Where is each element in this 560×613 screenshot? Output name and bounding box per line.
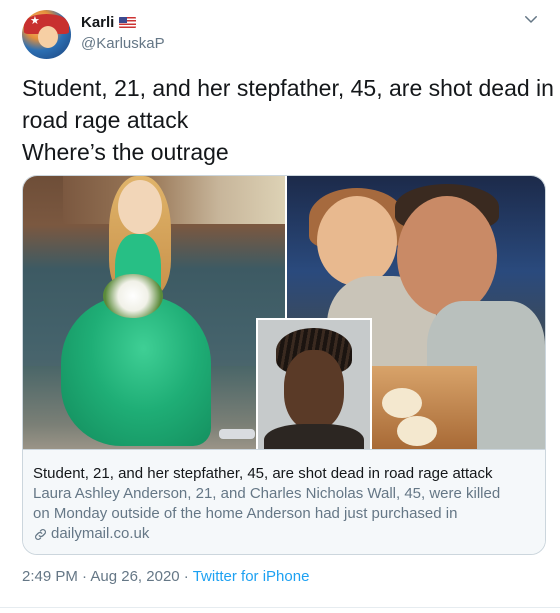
tweet-text-line: road rage attack: [22, 107, 189, 133]
card-description: Laura Ashley Anderson, 21, and Charles N…: [33, 484, 535, 524]
card-description-line: Laura Ashley Anderson, 21, and Charles N…: [33, 485, 501, 502]
tweet-date[interactable]: Aug 26, 2020: [90, 568, 179, 585]
us-flag-icon: [119, 17, 137, 28]
tweet-text: Student, 21, and her stepfather, 45, are…: [22, 72, 554, 168]
author-name-line: Karli: [81, 14, 137, 31]
author-display-name[interactable]: Karli: [81, 14, 114, 31]
divider: [0, 607, 560, 608]
card-description-line: on Monday outside of the home Anderson h…: [33, 505, 458, 522]
star-icon: ★: [30, 15, 40, 27]
card-domain: dailymail.co.uk: [33, 524, 535, 544]
tweet-source-link[interactable]: Twitter for iPhone: [193, 568, 310, 585]
meta-separator: ·: [77, 568, 91, 585]
link-icon: [35, 528, 46, 540]
tweet-header: ★ Karli @KarluskaP: [22, 10, 542, 62]
tweet-meta: 2:49 PM · Aug 26, 2020 · Twitter for iPh…: [22, 568, 309, 585]
tweet-time[interactable]: 2:49 PM: [22, 568, 78, 585]
card-photo-inset: [256, 318, 372, 449]
tweet-text-line: Student, 21, and her stepfather, 45, are…: [22, 75, 554, 101]
card-image[interactable]: [23, 176, 545, 449]
chevron-down-icon[interactable]: [522, 10, 540, 28]
link-card[interactable]: Student, 21, and her stepfather, 45, are…: [22, 175, 546, 555]
author-handle[interactable]: @KarluskaP: [81, 35, 165, 52]
card-info[interactable]: Student, 21, and her stepfather, 45, are…: [23, 449, 545, 554]
card-domain-text: dailymail.co.uk: [51, 525, 150, 542]
meta-separator: ·: [179, 568, 193, 585]
card-title: Student, 21, and her stepfather, 45, are…: [33, 465, 493, 482]
avatar[interactable]: ★: [22, 10, 71, 59]
tweet-text-line: Where’s the outrage: [22, 139, 229, 165]
avatar-face: [38, 26, 58, 48]
card-photo-left: [23, 176, 285, 449]
